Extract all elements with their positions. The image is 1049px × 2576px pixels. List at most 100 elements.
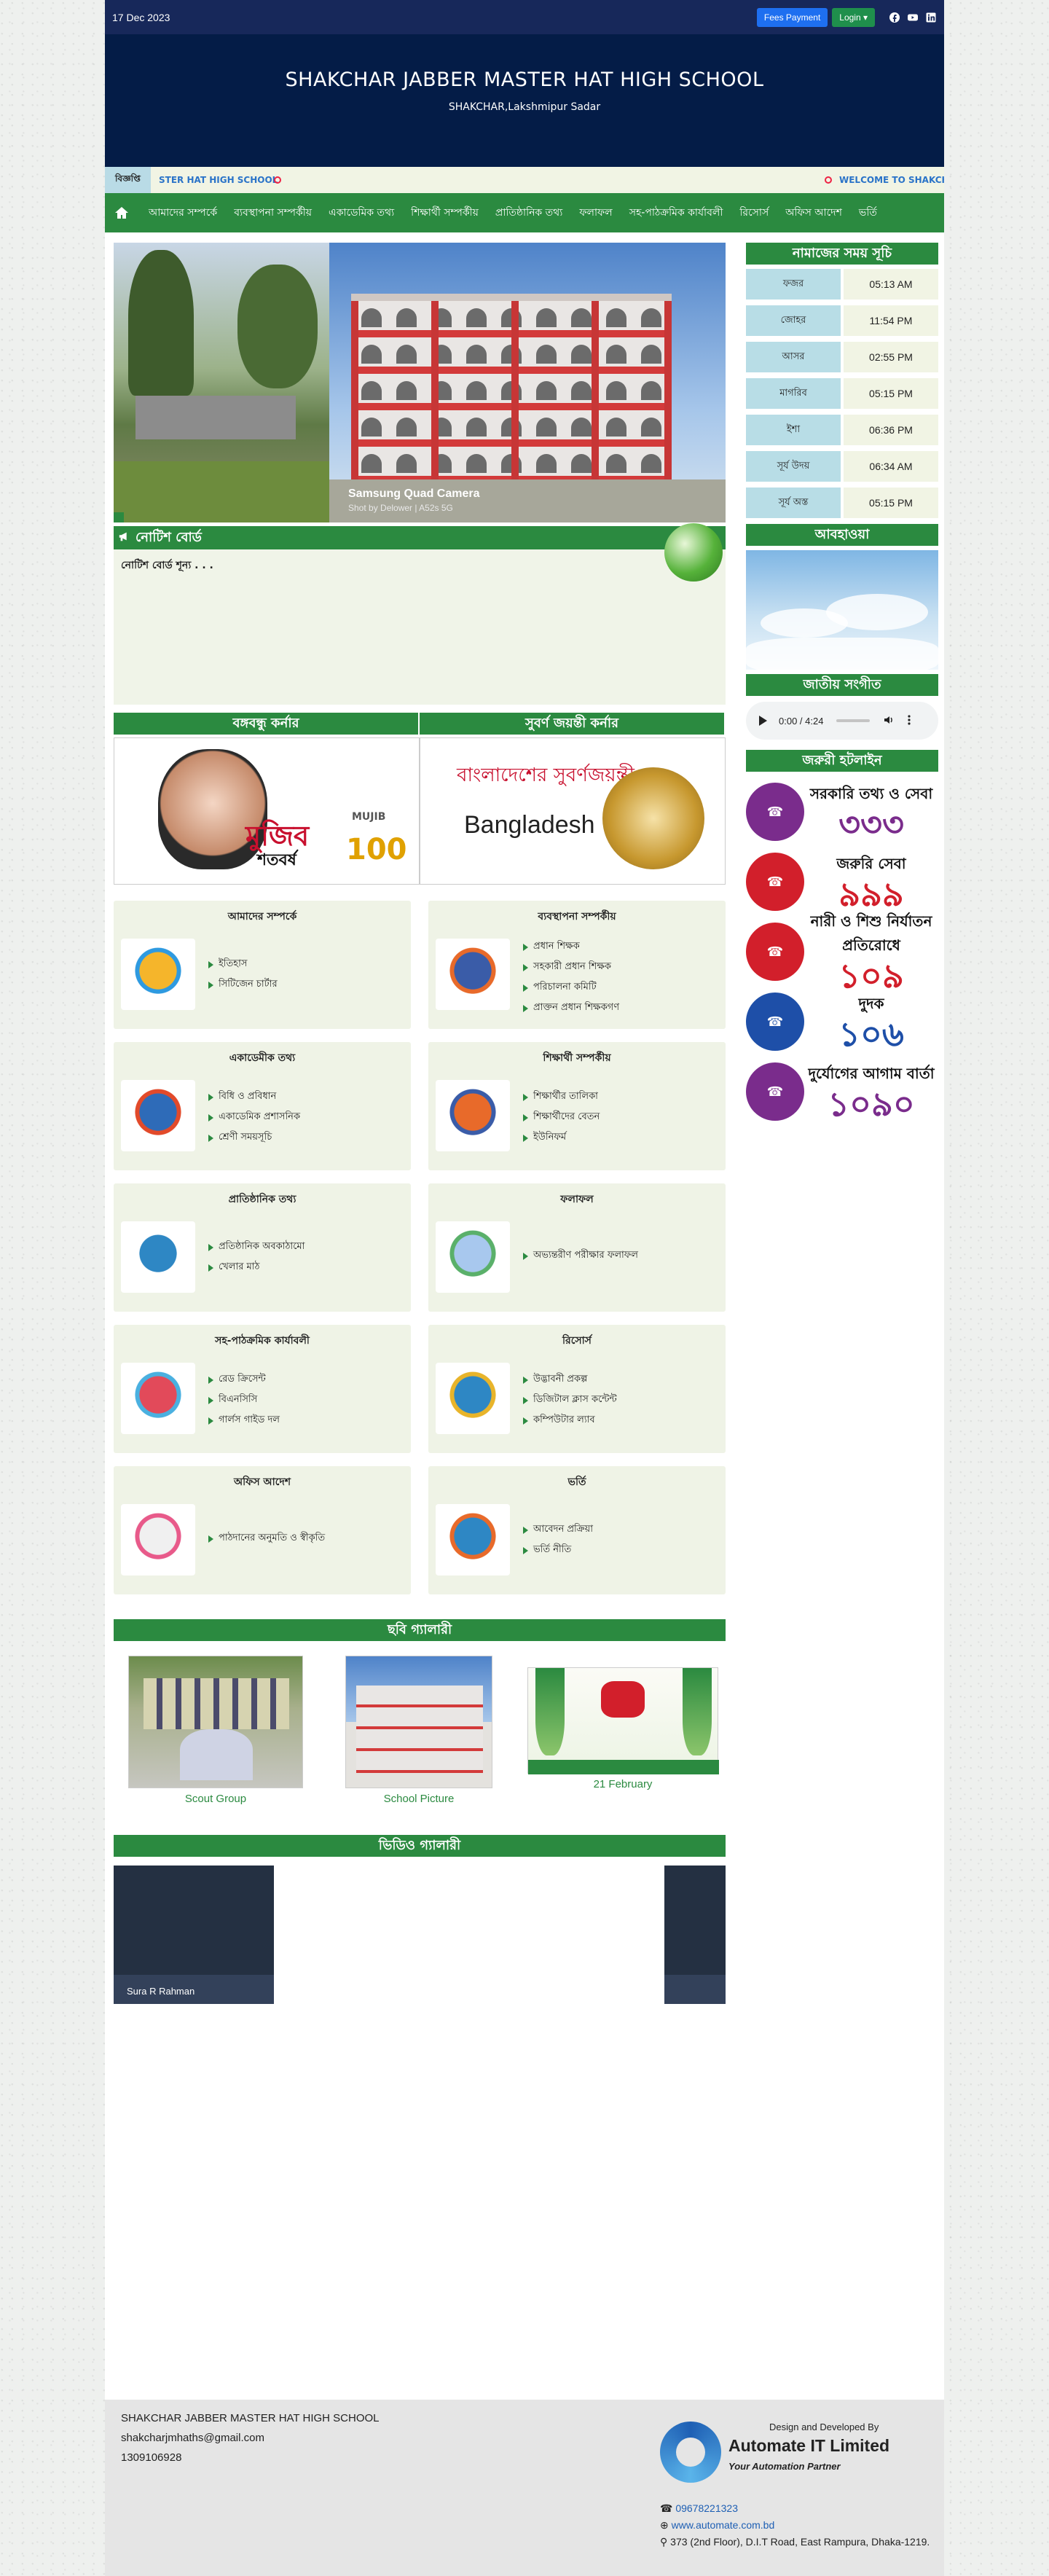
info-card-illustration [121, 1363, 195, 1434]
gallery-item[interactable]: Scout Group [128, 1656, 303, 1805]
info-card-link[interactable]: প্রধান শিক্ষক [523, 939, 619, 955]
info-card-link[interactable]: ডিজিটাল ক্লাস কন্টেন্ট [523, 1393, 617, 1408]
developer-tagline: Your Automation Partner [728, 2461, 841, 2472]
info-card-link[interactable]: গার্লস গাইড দল [208, 1413, 280, 1428]
hotline-icon: ☎ [746, 783, 804, 841]
info-card-link[interactable]: খেলার মাঠ [208, 1260, 305, 1275]
developer-phone[interactable]: 09678221323 [675, 2502, 738, 2514]
mujib-100-banner[interactable]: মুজিব শতবর্ষ MUJIB 100 [114, 737, 420, 885]
info-card-link-label: প্রধান শিক্ষক [533, 941, 580, 952]
info-card-illustration [436, 939, 510, 1010]
ticker-item[interactable]: STER HAT HIGH SCHOOL [159, 175, 278, 185]
audio-progress-bar[interactable] [836, 719, 871, 722]
notice-board-title: নোটিশ বোর্ড [135, 529, 202, 545]
info-card-link[interactable]: রেড ক্রিসেন্ট [208, 1372, 280, 1387]
nav-item-about[interactable]: আমাদের সম্পর্কে [149, 204, 217, 222]
prayer-time: 06:36 PM [844, 415, 938, 445]
info-card-link[interactable]: পাঠদানের অনুমতি ও স্বীকৃতি [208, 1531, 325, 1546]
info-card-link[interactable]: সিটিজেন চার্টার [208, 977, 278, 993]
notice-empty-text: নোটিশ বোর্ড শূন্য . . . [121, 560, 213, 571]
bangladesh-50-banner[interactable]: বাংলাদেশের সুবর্ণজয়ন্তী Bangladesh [420, 737, 726, 885]
info-card-link[interactable]: একাডেমিক প্রশাসনিক [208, 1110, 300, 1125]
info-card-link[interactable]: শিক্ষার্থীদের বেতন [523, 1110, 600, 1125]
site-header: SHAKCHAR JABBER MASTER HAT HIGH SCHOOL S… [105, 34, 944, 167]
prayer-time: 02:55 PM [844, 342, 938, 372]
nav-item-admission[interactable]: ভর্তি [859, 204, 877, 222]
footer-email[interactable]: shakcharjmhaths@gmail.com [121, 2428, 380, 2448]
notice-board: নোটিশ বোর্ড নোটিশ বোর্ড শূন্য . . . [114, 523, 726, 705]
login-button[interactable]: Login ▾ [832, 7, 875, 27]
hotline-item[interactable]: ☎ নারী ও শিশু নির্যাতন প্রতিরোধে ১০৯ [746, 912, 938, 993]
arrow-right-icon [523, 1113, 528, 1121]
nav-item-office-orders[interactable]: অফিস আদেশ [785, 204, 842, 222]
nav-item-students[interactable]: শিক্ষার্থী সম্পর্কীয় [411, 204, 479, 222]
info-card-link[interactable]: কম্পিউটার ল্যাব [523, 1413, 617, 1428]
facebook-icon[interactable] [889, 12, 900, 23]
developer-company[interactable]: Automate IT Limited [728, 2436, 889, 2456]
info-card-link-label: ভর্তি নীতি [533, 1544, 572, 1555]
corner-section: বঙ্গবন্ধু কর্নার সুবর্ণ জয়ন্তী কর্নার ম… [114, 713, 726, 889]
image-slider[interactable]: Samsung Quad Camera Shot by Delower | A5… [114, 243, 726, 522]
info-card-link[interactable]: প্রতিষ্ঠানিক অবকাঠামো [208, 1240, 305, 1255]
nav-item-academic[interactable]: একাডেমিক তথ্য [329, 204, 394, 222]
home-icon[interactable] [114, 205, 130, 221]
arrow-right-icon [523, 1004, 528, 1012]
info-card-link-label: বিধি ও প্রবিধান [219, 1091, 277, 1102]
info-card-link[interactable]: আবেদন প্রক্রিয়া [523, 1522, 593, 1538]
prayer-name: সূর্য উদয় [746, 451, 841, 482]
bd50-banner-sub: Bangladesh [464, 811, 595, 839]
info-card-link[interactable]: শিক্ষার্থীর তালিকা [523, 1089, 600, 1105]
nav-item-management[interactable]: ব্যবস্থাপনা সম্পর্কীয় [234, 204, 312, 222]
info-card-link[interactable]: সহকারী প্রধান শিক্ষক [523, 960, 619, 975]
prayer-time: 06:34 AM [844, 451, 938, 482]
video-thumbnail[interactable]: Sura R Rahman [114, 1866, 274, 2004]
info-card-link[interactable]: উদ্ভাবনী প্রকল্প [523, 1372, 617, 1387]
hotline-item[interactable]: ☎ জরুরি সেবা ৯৯৯ [746, 850, 938, 913]
arrow-right-icon [208, 960, 213, 968]
school-location: SHAKCHAR,Lakshmipur Sadar [448, 101, 601, 113]
info-card-link-label: ইউনিফর্ম [533, 1132, 567, 1143]
hotline-item[interactable]: ☎ দুর্যোগের আগাম বার্তা ১০৯০ [746, 1060, 938, 1123]
developer-address: 373 (2nd Floor), D.I.T Road, East Rampur… [670, 2536, 930, 2548]
info-card-link[interactable]: ইউনিফর্ম [523, 1130, 600, 1146]
golden-jubilee-corner-title[interactable]: সুবর্ণ জয়ন্তী কর্নার [420, 713, 726, 735]
gallery-item[interactable]: School Picture [345, 1656, 492, 1805]
news-ticker: বিজ্ঞপ্তি STER HAT HIGH SCHOOL WELCOME T… [105, 167, 944, 193]
ticker-item[interactable]: WELCOME TO SHAKCHA [839, 175, 944, 185]
fees-payment-button[interactable]: Fees Payment [756, 7, 828, 27]
gallery-item[interactable]: 21 February [527, 1667, 719, 1790]
info-card-link[interactable]: বিএনসিসি [208, 1393, 280, 1408]
nav-item-results[interactable]: ফলাফল [579, 204, 612, 222]
info-card-link[interactable]: প্রাক্তন প্রধান শিক্ষকগণ [523, 1001, 619, 1016]
hotline-item[interactable]: ☎ সরকারি তথ্য ও সেবা ৩৩৩ [746, 780, 938, 843]
nav-item-co-curricular[interactable]: সহ-পাঠক্রমিক কার্যাবলী [629, 204, 723, 222]
info-card-link[interactable]: ইতিহাস [208, 957, 278, 972]
nav-item-resources[interactable]: রিসোর্স [739, 204, 769, 222]
slider-indicator[interactable] [114, 512, 124, 522]
info-card-link[interactable]: বিধি ও প্রবিধান [208, 1089, 300, 1105]
video-thumbnail[interactable] [664, 1866, 726, 2004]
nav-item-institutional[interactable]: প্রাতিষ্ঠানিক তথ্য [495, 204, 562, 222]
phone-icon: ☎ [660, 2502, 676, 2514]
more-options-icon[interactable] [908, 714, 911, 728]
hotline-item[interactable]: ☎ দুদক ১০৬ [746, 990, 938, 1053]
info-card-link[interactable]: অভ্যন্তরীণ পরীক্ষার ফলাফল [523, 1248, 638, 1264]
info-card: ব্যবস্থাপনা সম্পর্কীয় প্রধান শিক্ষক সহকার… [428, 901, 726, 1029]
info-card-illustration [436, 1504, 510, 1575]
bangabandhu-corner-title[interactable]: বঙ্গবন্ধু কর্নার [114, 713, 420, 735]
arrow-right-icon [208, 1264, 213, 1272]
info-card: সহ-পাঠক্রমিক কার্যাবলী রেড ক্রিসেন্ট বিএনস… [114, 1325, 411, 1453]
arrow-right-icon [523, 1526, 528, 1534]
info-card-link-label: পরিচালনা কমিটি [533, 982, 597, 993]
developer-website[interactable]: www.automate.com.bd [672, 2519, 775, 2531]
play-icon[interactable] [759, 716, 767, 726]
info-card-link[interactable]: ভর্তি নীতি [523, 1543, 593, 1558]
linkedin-icon[interactable] [925, 12, 937, 23]
weather-widget [746, 550, 938, 674]
gallery-item-label: 21 February [593, 1778, 653, 1790]
youtube-icon[interactable] [907, 12, 919, 23]
arrow-right-icon [523, 1134, 528, 1142]
volume-icon[interactable] [883, 714, 895, 728]
info-card-link[interactable]: শ্রেণী সময়সূচি [208, 1130, 300, 1146]
info-card-link[interactable]: পরিচালনা কমিটি [523, 980, 619, 995]
